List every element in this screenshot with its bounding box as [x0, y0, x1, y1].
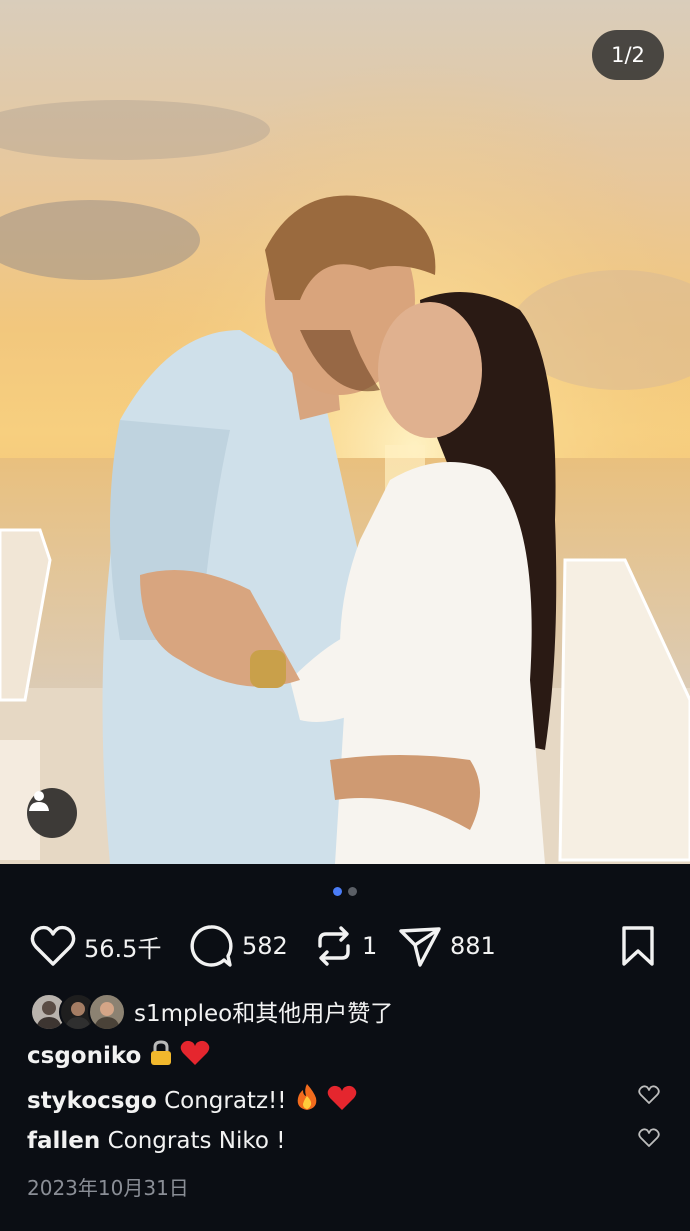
- comment-action[interactable]: 582: [188, 922, 288, 970]
- liker-avatars: [30, 993, 126, 1031]
- heart-icon[interactable]: [30, 925, 76, 967]
- comment-count: 582: [242, 932, 288, 960]
- action-bar: 56.5千 582 1 881: [30, 922, 660, 970]
- repost-action[interactable]: 1: [314, 922, 377, 970]
- red-heart-icon: [180, 1040, 210, 1065]
- avatar: [88, 993, 126, 1031]
- post-date: 2023年10月31日: [27, 1176, 189, 1200]
- couple-photo-illustration: [0, 0, 690, 864]
- tagged-people-button[interactable]: [27, 788, 77, 838]
- comment-icon[interactable]: [188, 923, 234, 969]
- carousel-indicator: [0, 887, 690, 896]
- comment-username[interactable]: stykocsgo: [27, 1088, 157, 1114]
- comment-like-heart-icon[interactable]: [638, 1085, 660, 1105]
- carousel-dot-active: [333, 887, 342, 896]
- caption: csgoniko: [27, 1040, 210, 1069]
- person-icon: [29, 791, 49, 811]
- like-action[interactable]: 56.5千: [30, 922, 161, 970]
- caption-username[interactable]: csgoniko: [27, 1043, 141, 1069]
- image-counter: 1/2: [592, 30, 664, 80]
- send-icon[interactable]: [398, 925, 442, 967]
- comment-username[interactable]: fallen: [27, 1128, 100, 1154]
- like-count: 56.5千: [84, 934, 162, 963]
- comment-text: Congrats Niko !: [107, 1128, 286, 1154]
- liked-by-row[interactable]: s1mpleo和其他用户赞了: [30, 992, 394, 1031]
- repost-icon[interactable]: [314, 924, 354, 968]
- liked-by-text: s1mpleo和其他用户赞了: [134, 1001, 394, 1027]
- share-action[interactable]: 881: [398, 922, 496, 970]
- share-count: 881: [450, 932, 496, 960]
- fire-icon: [297, 1084, 317, 1110]
- save-action[interactable]: [620, 922, 656, 970]
- comment-row: stykocsgo Congratz!!: [27, 1083, 357, 1114]
- carousel-dot: [348, 887, 357, 896]
- lock-icon: [150, 1040, 171, 1065]
- repost-count: 1: [362, 932, 378, 960]
- comment-text: Congratz!!: [164, 1088, 287, 1114]
- comment-row: fallen Congrats Niko !: [27, 1128, 285, 1154]
- bookmark-icon[interactable]: [620, 925, 656, 967]
- red-heart-icon: [327, 1085, 357, 1110]
- post-photo[interactable]: 1/2: [0, 0, 690, 864]
- comment-like-heart-icon[interactable]: [638, 1128, 660, 1148]
